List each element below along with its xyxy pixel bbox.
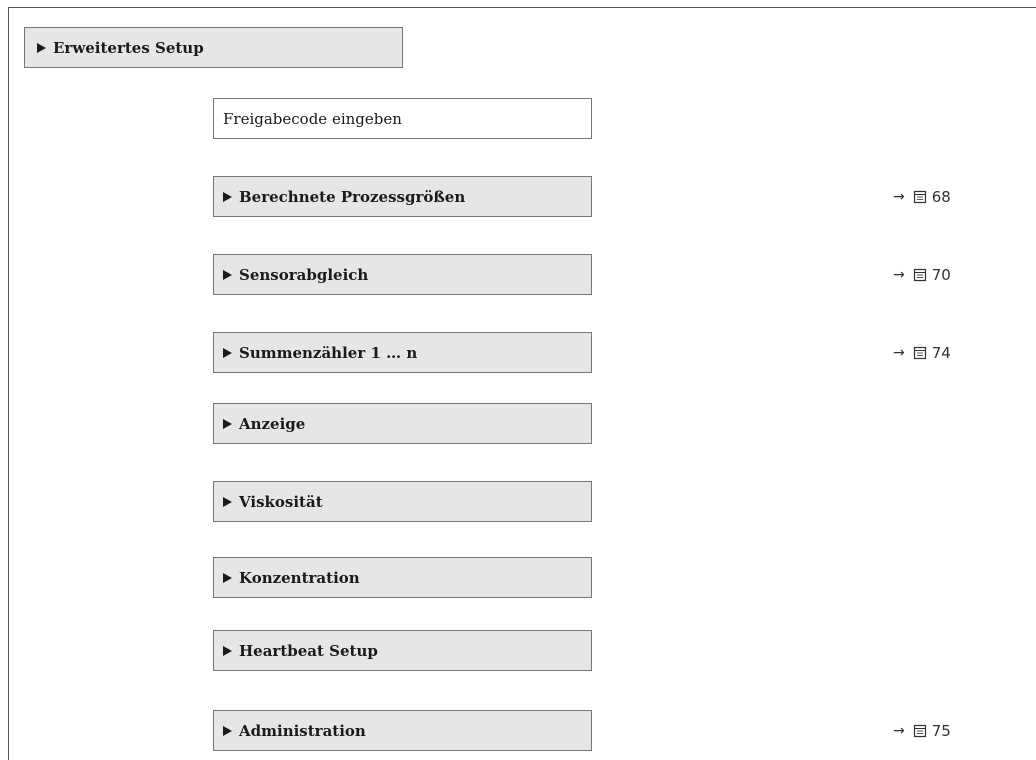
page-reference[interactable]: → 74	[893, 332, 951, 373]
triangle-right-icon	[223, 725, 232, 736]
triangle-right-icon	[37, 42, 46, 53]
submenu-label: Erweitertes Setup	[53, 38, 204, 57]
triangle-right-icon	[223, 418, 232, 429]
submenu-summenzaehler[interactable]: Summenzähler 1 … n	[213, 332, 592, 373]
page-number: 70	[931, 265, 951, 284]
book-icon	[913, 346, 926, 359]
page-number: 75	[931, 721, 951, 740]
triangle-right-icon	[223, 572, 232, 583]
submenu-label: Viskosität	[239, 492, 323, 511]
submenu-label: Heartbeat Setup	[239, 641, 378, 660]
parameter-label: Freigabecode eingeben	[223, 109, 402, 128]
submenu-label: Anzeige	[239, 414, 306, 433]
arrow-right-icon: →	[893, 722, 905, 739]
arrow-right-icon: →	[893, 188, 905, 205]
triangle-right-icon	[223, 191, 232, 202]
book-icon	[913, 190, 926, 203]
frame-left-line	[8, 7, 9, 760]
submenu-label: Administration	[239, 721, 366, 740]
parameter-freigabecode-eingeben[interactable]: Freigabecode eingeben	[213, 98, 592, 139]
page-reference[interactable]: → 70	[893, 254, 951, 295]
arrow-right-icon: →	[893, 266, 905, 283]
submenu-heartbeat-setup[interactable]: Heartbeat Setup	[213, 630, 592, 671]
page-reference[interactable]: → 68	[893, 176, 951, 217]
frame-top-line	[8, 7, 1036, 8]
page-number: 68	[931, 187, 951, 206]
submenu-konzentration[interactable]: Konzentration	[213, 557, 592, 598]
submenu-label: Sensorabgleich	[239, 265, 369, 284]
book-icon	[913, 268, 926, 281]
submenu-erweitertes-setup[interactable]: Erweitertes Setup	[24, 27, 403, 68]
page-number: 74	[931, 343, 951, 362]
submenu-administration[interactable]: Administration	[213, 710, 592, 751]
submenu-anzeige[interactable]: Anzeige	[213, 403, 592, 444]
submenu-label: Berechnete Prozessgrößen	[239, 187, 466, 206]
triangle-right-icon	[223, 347, 232, 358]
triangle-right-icon	[223, 496, 232, 507]
book-icon	[913, 724, 926, 737]
submenu-viskositaet[interactable]: Viskosität	[213, 481, 592, 522]
triangle-right-icon	[223, 269, 232, 280]
page-reference[interactable]: → 75	[893, 710, 951, 751]
submenu-berechnete-prozessgroessen[interactable]: Berechnete Prozessgrößen	[213, 176, 592, 217]
triangle-right-icon	[223, 645, 232, 656]
submenu-sensorabgleich[interactable]: Sensorabgleich	[213, 254, 592, 295]
submenu-label: Konzentration	[239, 568, 360, 587]
arrow-right-icon: →	[893, 344, 905, 361]
submenu-label: Summenzähler 1 … n	[239, 343, 418, 362]
